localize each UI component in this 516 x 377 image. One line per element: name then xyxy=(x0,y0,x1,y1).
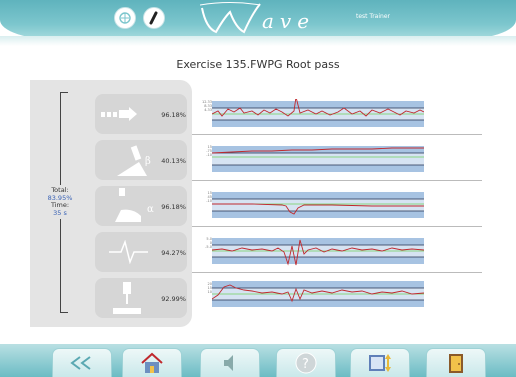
svg-text:?: ? xyxy=(302,357,309,372)
parameter-percent: 96.18% xyxy=(161,111,186,119)
time-value: 35 s xyxy=(53,208,67,217)
report-icon xyxy=(369,354,391,372)
door-icon xyxy=(449,354,463,373)
stickout-icon xyxy=(113,282,141,314)
header-shadow xyxy=(0,36,516,46)
row-divider xyxy=(192,180,482,181)
wave-logo: ave xyxy=(200,2,315,34)
report-button[interactable] xyxy=(350,348,410,377)
parameter-percent: 40.13% xyxy=(161,157,186,165)
home-button[interactable] xyxy=(122,348,182,377)
language-button[interactable] xyxy=(114,7,136,29)
plot-ticks: 15 45 -10 xyxy=(206,191,212,203)
header-bar: ave test Trainer xyxy=(0,0,516,40)
row-divider xyxy=(192,134,482,135)
plot-ticks: 12.33 8.33 4.33 xyxy=(201,100,212,112)
exercise-title: Exercise 135.FWPG Root pass xyxy=(176,58,340,71)
speed-plot xyxy=(212,99,424,127)
plot-ticks: 15 -75 -10 xyxy=(206,145,212,157)
calibration-button[interactable] xyxy=(143,7,165,29)
help-icon: ? xyxy=(295,352,317,374)
plot-ticks: 5.0 0 -5.0 xyxy=(205,237,212,249)
speaker-icon xyxy=(224,355,233,371)
home-icon xyxy=(141,352,163,373)
travel-speed-icon xyxy=(101,107,137,121)
summary-box: Total: 83.95% Time: 35 s xyxy=(40,185,80,219)
stickout-plot xyxy=(212,281,424,307)
logo-text: ave xyxy=(262,9,315,33)
sound-button[interactable] xyxy=(200,348,260,377)
trainer-name: test Trainer xyxy=(356,13,390,20)
weave-plot xyxy=(212,238,424,266)
row-divider xyxy=(192,226,482,227)
plot-ticks: 20 15 10 xyxy=(207,282,212,294)
parameter-percent: 94.27% xyxy=(161,249,186,257)
help-button[interactable]: ? xyxy=(276,348,336,377)
parameter-percent: 92.99% xyxy=(161,295,186,303)
travel-angle-plot xyxy=(212,192,424,218)
back-button[interactable] xyxy=(52,348,112,377)
row-divider xyxy=(192,272,482,273)
work-angle-plot xyxy=(212,146,424,172)
parameter-percent: 96.18% xyxy=(161,203,186,211)
exit-button[interactable] xyxy=(426,348,486,377)
double-chevron-left-icon xyxy=(70,356,91,370)
